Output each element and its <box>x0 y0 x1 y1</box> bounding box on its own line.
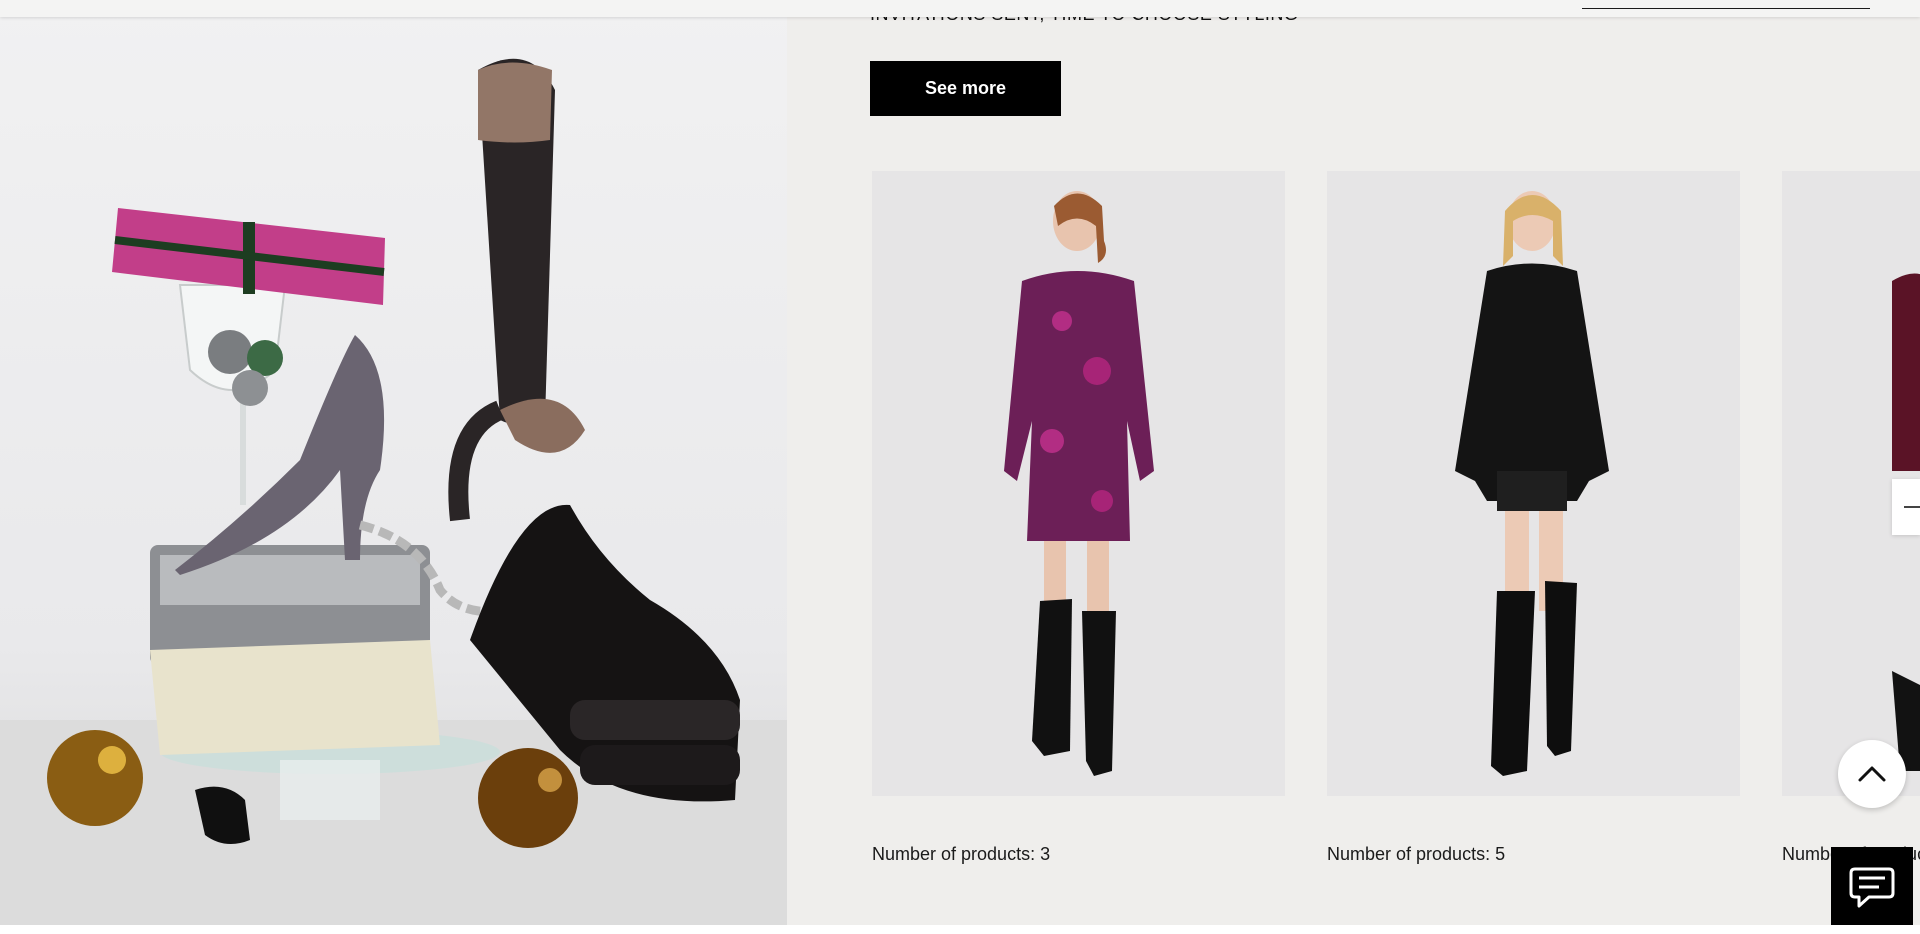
chat-button[interactable] <box>1831 847 1913 929</box>
hero-image <box>0 0 787 925</box>
see-more-button[interactable]: See more <box>870 61 1061 116</box>
chat-icon <box>1849 867 1895 908</box>
styling-section: INVITATIONS SENT, TIME TO CHOOSE STYLING… <box>0 0 1920 925</box>
scroll-to-top-button[interactable] <box>1838 740 1906 808</box>
product-count: Number of products: 5 <box>1327 844 1506 864</box>
product-count: Number of products: 3 <box>872 844 1051 864</box>
styling-card[interactable]: Number of products: 5 <box>1327 171 1740 864</box>
top-header-bar <box>0 0 1920 17</box>
slider-next-button[interactable] <box>1892 479 1920 535</box>
arrow-right-icon <box>1904 506 1920 508</box>
product-image[interactable] <box>1327 171 1740 796</box>
chevron-up-icon <box>1858 766 1886 782</box>
product-image[interactable] <box>872 171 1285 796</box>
styling-card[interactable]: Number of products: 3 <box>872 171 1285 864</box>
search-field-underline[interactable] <box>1582 8 1870 9</box>
page-bottom <box>0 925 1920 929</box>
